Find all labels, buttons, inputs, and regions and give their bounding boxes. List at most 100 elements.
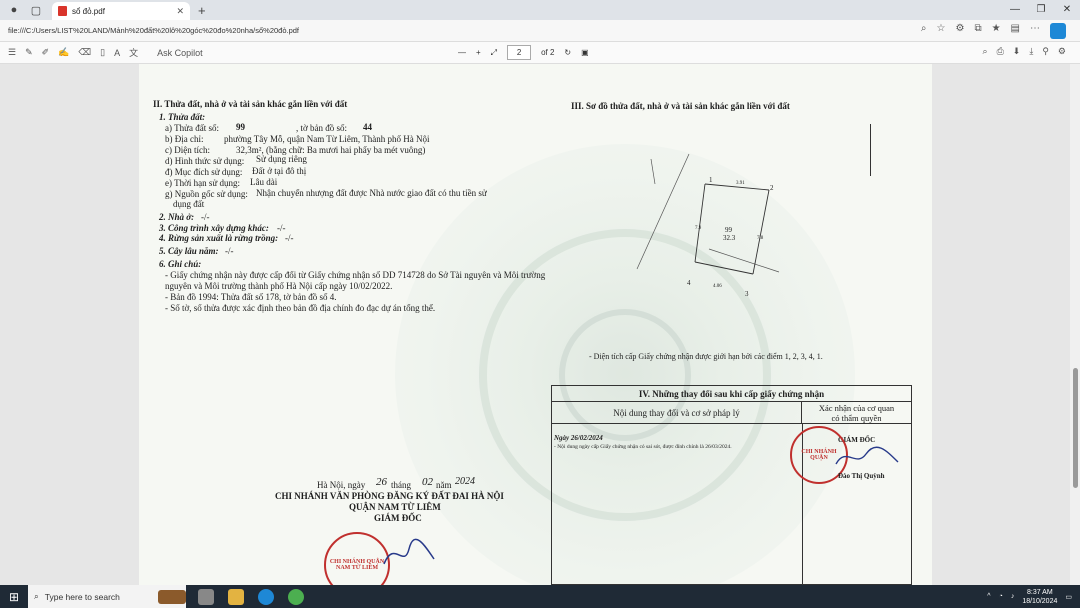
note-2: - Bản đồ 1994: Thửa đất số 178, tờ bản đ…: [165, 292, 337, 302]
close-window-icon[interactable]: ✕: [1054, 0, 1080, 20]
two-page-icon[interactable]: ▣: [581, 48, 589, 57]
erase-icon[interactable]: ⌫: [78, 47, 91, 58]
sign-year: 2024: [455, 476, 475, 487]
trees-value: -/-: [225, 246, 234, 256]
purpose-value: Đất ở tại đô thị: [252, 166, 307, 176]
sign-month: 02: [422, 476, 433, 488]
task-view-icon[interactable]: [198, 588, 214, 605]
page-number-input[interactable]: 2: [507, 45, 532, 60]
usage-form-value: Sử dụng riêng: [256, 154, 307, 164]
section2-heading: II. Thửa đất, nhà ở và tài sản khác gắn …: [153, 99, 348, 109]
edge-icon[interactable]: [258, 588, 274, 605]
origin-label: g) Nguồn gốc sử dụng:: [165, 189, 248, 199]
vertical-scrollbar[interactable]: [1070, 64, 1080, 585]
tab-actions-icon[interactable]: ▢: [28, 2, 44, 18]
search-icon[interactable]: ⌕: [983, 46, 988, 57]
address-value: phường Tây Mỗ, quận Nam Từ Liêm, Thành p…: [224, 134, 430, 144]
rotate-icon[interactable]: ↻: [564, 48, 571, 57]
page-nav: — + ⤢ 2 of 2 ↻ ▣: [458, 45, 589, 60]
more-icon[interactable]: ⋯: [1030, 23, 1040, 39]
sketch-caption: - Diện tích cấp Giấy chứng nhận được giớ…: [589, 352, 823, 361]
edge-bottom: 4.06: [713, 284, 722, 289]
edge-top: 3.91: [736, 181, 745, 186]
changes-col-content: Nội dung thay đổi và cơ sở pháp lý: [552, 402, 802, 424]
confirm-header-line1: Xác nhận của cơ quan: [818, 403, 895, 413]
sign-day: 26: [376, 476, 387, 488]
clock[interactable]: 8:37 AM 18/10/2024: [1022, 588, 1057, 606]
volume-icon[interactable]: ♪: [1011, 593, 1015, 600]
term-label: e) Thời hạn sử dụng:: [165, 178, 240, 188]
save-as-icon[interactable]: ⤓: [1029, 46, 1033, 57]
window-controls: — ❐ ✕: [1002, 0, 1080, 20]
network-icon[interactable]: ◔: [999, 593, 1003, 600]
windows-start-icon[interactable]: ⊞: [0, 585, 28, 608]
notes-label: 6. Ghi chú:: [159, 259, 202, 269]
notifications-icon[interactable]: ▭: [1065, 593, 1072, 601]
tray-chevron-icon[interactable]: ^: [987, 593, 990, 600]
address-label: b) Địa chỉ:: [165, 134, 204, 144]
tab-pdf[interactable]: sổ đỏ.pdf ✕: [52, 2, 190, 20]
address-bar: file:///C:/Users/LIST%20LAND/Mảnh%20đất%…: [0, 20, 1080, 42]
map-value: 44: [363, 122, 372, 132]
split-screen-icon[interactable]: ⧉: [974, 23, 981, 39]
pdf-right-tools: ⌕ ⎙ ⬇ ⤓ ⚲ ⚙: [983, 46, 1066, 57]
pdf-toolbar: ☰ ✎ ✐ ✍ ⌫ ▯ A 文 Ask Copilot — + ⤢ 2 of 2…: [0, 42, 1080, 64]
pdf-file-icon: [58, 6, 67, 16]
save-icon[interactable]: ⬇: [1013, 46, 1021, 57]
forest-value: -/-: [285, 233, 294, 243]
org-name-1: CHI NHÁNH VĂN PHÒNG ĐĂNG KÝ ĐẤT ĐAI HÀ N…: [275, 491, 504, 501]
close-tab-icon[interactable]: ✕: [176, 6, 184, 17]
purpose-label: đ) Mục đích sử dụng:: [165, 167, 243, 177]
settings-icon[interactable]: ⚙: [1058, 46, 1066, 57]
parcel-label: a) Thửa đất số:: [165, 123, 219, 133]
read-aloud-icon[interactable]: A: [114, 48, 120, 58]
chrome-icon[interactable]: [288, 588, 304, 605]
origin-value-cont: dụng đất: [173, 199, 205, 209]
tab-title: sổ đỏ.pdf: [72, 6, 105, 16]
zoom-out-icon[interactable]: —: [458, 48, 466, 57]
new-tab-icon[interactable]: +: [198, 3, 206, 18]
translate-icon[interactable]: 文: [129, 46, 138, 59]
file-explorer-icon[interactable]: [228, 588, 244, 605]
year-label: năm: [436, 480, 452, 490]
pin-icon[interactable]: ⚲: [1042, 46, 1049, 57]
restore-icon[interactable]: ❐: [1028, 0, 1054, 20]
note-1: - Giấy chứng nhận này được cấp đổi từ Gi…: [165, 270, 546, 280]
search-input[interactable]: Type here to search: [45, 592, 158, 602]
extensions-icon[interactable]: ⚙: [955, 23, 964, 39]
scrollbar-thumb[interactable]: [1073, 368, 1078, 488]
confirm-header-line2: có thẩm quyền: [831, 413, 882, 423]
land-label: 1. Thửa đất:: [159, 112, 206, 122]
clock-time: 8:37 AM: [1027, 588, 1053, 596]
highlight-icon[interactable]: ✎: [25, 47, 33, 58]
print-icon[interactable]: ⎙: [997, 46, 1004, 57]
draw-icon[interactable]: ✐: [42, 47, 50, 58]
pdf-viewer[interactable]: II. Thửa đất, nhà ở và tài sản khác gắn …: [0, 64, 1080, 585]
changes-table: IV. Những thay đổi sau khi cấp giấy chứn…: [551, 385, 912, 585]
map-label: , tờ bản đồ số:: [296, 123, 348, 133]
contents-icon[interactable]: ☰: [8, 47, 16, 58]
search-icon: ⌕: [34, 591, 39, 601]
copilot-icon[interactable]: [1050, 23, 1066, 39]
search-highlight-icon: [158, 589, 186, 604]
favorites-icon[interactable]: ★: [992, 23, 1001, 39]
parcel-value: 99: [236, 122, 245, 132]
fit-page-icon[interactable]: ⤢: [491, 48, 497, 58]
point-3: 3: [745, 290, 749, 298]
page-view-icon[interactable]: ▯: [100, 47, 105, 58]
zoom-icon[interactable]: ⌕: [921, 23, 927, 39]
zoom-in-icon[interactable]: +: [476, 48, 481, 57]
text-icon[interactable]: ✍: [58, 47, 69, 58]
favorite-star-icon[interactable]: ☆: [937, 23, 946, 39]
taskbar-search[interactable]: ⌕ Type here to search: [28, 585, 186, 608]
change-entry-text: - Nội dung ngày cấp Giấy chứng nhận có s…: [554, 444, 732, 450]
collections-icon[interactable]: ▤: [1011, 23, 1020, 39]
url-field[interactable]: file:///C:/Users/LIST%20LAND/Mảnh%20đất%…: [8, 26, 299, 35]
profile-icon[interactable]: ●: [6, 2, 22, 18]
origin-value: Nhận chuyển nhượng đất được Nhà nước gia…: [256, 188, 487, 198]
pdf-page: II. Thửa đất, nhà ở và tài sản khác gắn …: [139, 64, 932, 585]
section3-heading: III. Sơ đồ thửa đất, nhà ở và tài sản kh…: [571, 101, 790, 111]
minimize-icon[interactable]: —: [1002, 0, 1028, 20]
ask-copilot-button[interactable]: Ask Copilot: [157, 48, 203, 58]
change-entry-date: Ngày 26/02/2024: [554, 434, 603, 442]
